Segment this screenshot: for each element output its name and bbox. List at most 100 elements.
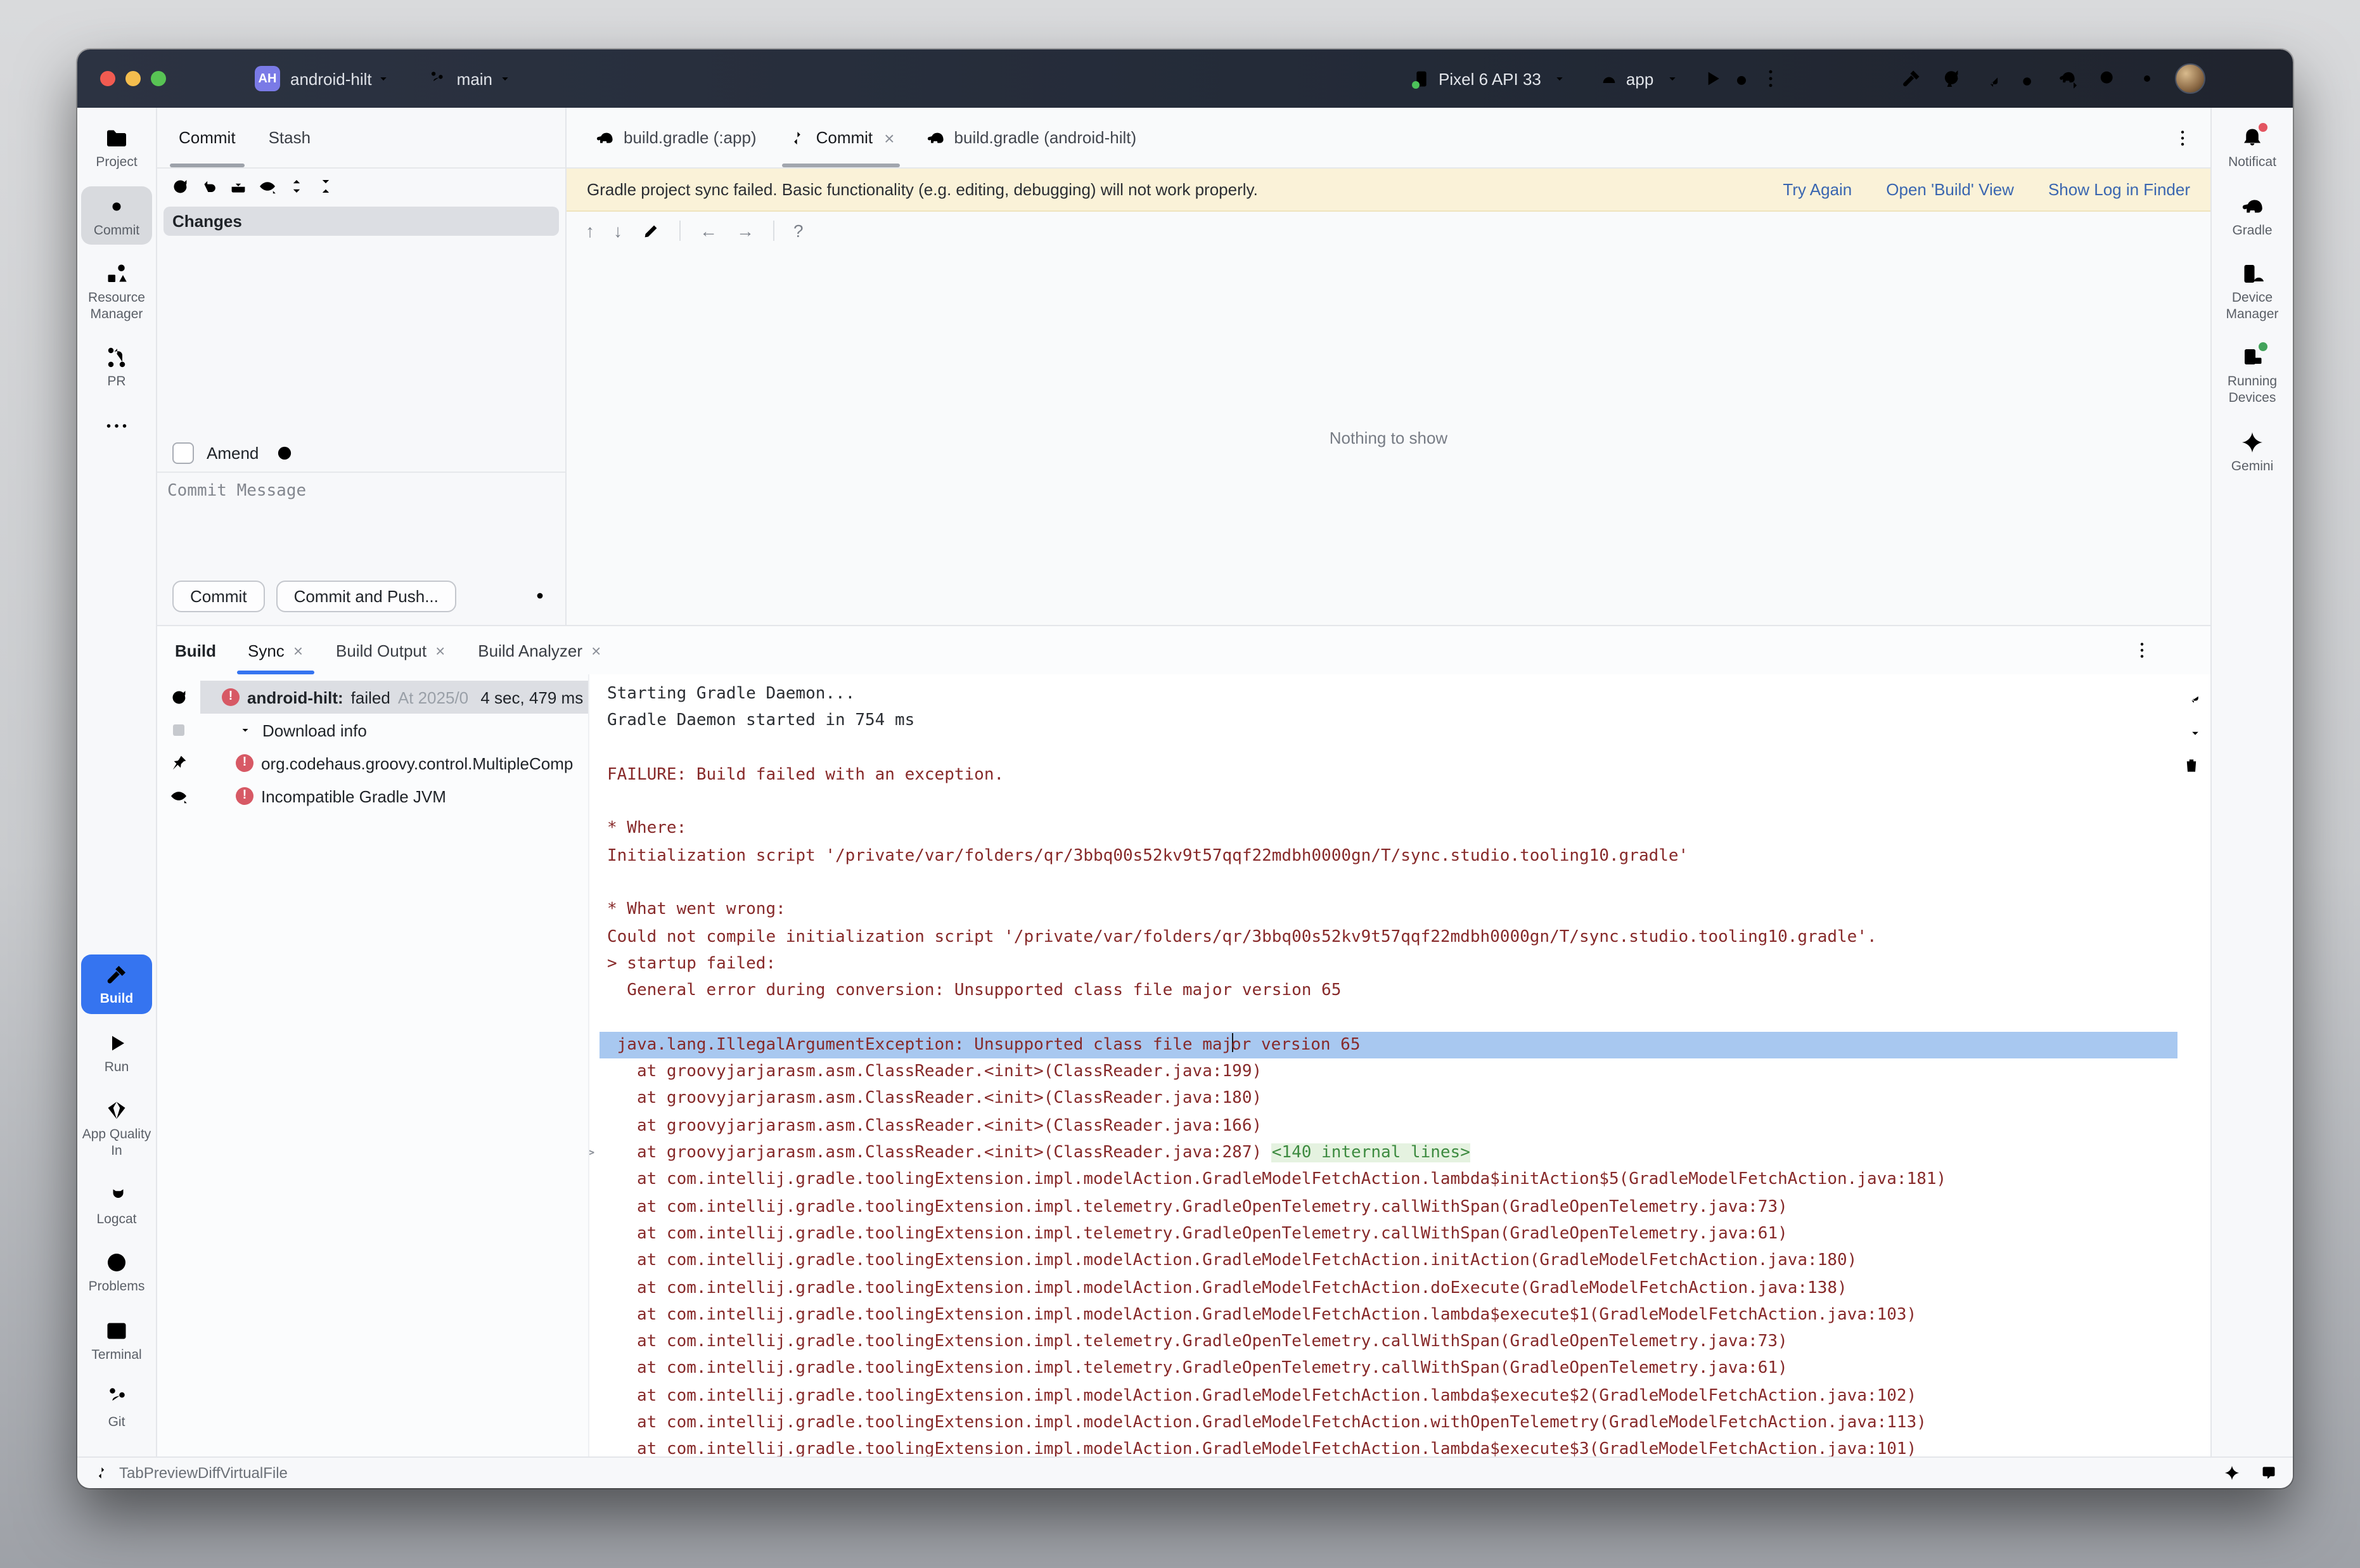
gear-icon[interactable] <box>530 586 550 606</box>
close-tab-icon[interactable]: × <box>293 641 303 660</box>
console-text: at groovyjarjarasm.asm.ClassReader.<init… <box>607 1117 1262 1136</box>
zoom-window-button[interactable] <box>151 71 166 86</box>
collapse-all-icon[interactable] <box>316 176 336 196</box>
arrow-left-icon[interactable]: ← <box>700 221 717 241</box>
clear-all-icon[interactable] <box>2181 755 2202 776</box>
sidebar-item-gradle[interactable]: Gradle <box>2217 186 2288 245</box>
sync-console[interactable]: Starting Gradle Daemon...Gradle Daemon s… <box>588 674 2210 1456</box>
diff-toolbar: ↑ ↓ ← →? <box>567 212 2210 250</box>
editor-tab-bar: build.gradle (:app) Commit×build.gradle (… <box>567 108 2210 169</box>
pencil-icon[interactable] <box>641 221 660 240</box>
console-line: FAILURE: Build failed with an exception. <box>600 762 2210 789</box>
close-window-button[interactable] <box>100 71 115 86</box>
build-options-kebab-icon[interactable] <box>2132 640 2152 660</box>
sidebar-item-device-manager[interactable]: Device Manager <box>2217 254 2288 328</box>
sidebar-item-terminal[interactable]: Terminal <box>81 1311 152 1370</box>
build-tab-build-output[interactable]: Build Output× <box>319 626 461 674</box>
amend-checkbox[interactable] <box>172 442 194 463</box>
folded-lines-badge[interactable]: <140 internal lines> <box>1272 1143 1470 1162</box>
build-tab-sync[interactable]: Sync× <box>231 626 319 674</box>
sidebar-item-notificat[interactable]: Notificat <box>2217 118 2288 177</box>
tree-row-label: Incompatible Gradle JVM <box>261 787 446 806</box>
sidebar-item-logcat[interactable]: Logcat <box>81 1174 152 1233</box>
close-tab-icon[interactable]: × <box>591 641 601 660</box>
expand-all-icon[interactable] <box>286 176 307 196</box>
arrow-right-icon[interactable]: → <box>736 221 754 241</box>
preview-diff-icon[interactable] <box>257 176 278 196</box>
sidebar-item-resource-manager[interactable]: Resource Manager <box>81 254 152 328</box>
sidebar-item-running-devices[interactable]: Running Devices <box>2217 338 2288 413</box>
device-selector[interactable]: Pixel 6 API 33 <box>1439 69 1541 88</box>
sidebar-item-build[interactable]: Build <box>81 955 152 1014</box>
build-variants-icon[interactable] <box>1978 67 2001 90</box>
tab-options-kebab-icon[interactable] <box>2172 127 2193 148</box>
attach-debugger-icon[interactable] <box>2018 67 2041 90</box>
search-icon[interactable] <box>2096 67 2119 90</box>
sidebar-item-git[interactable]: Git <box>81 1378 152 1437</box>
avatar[interactable] <box>2175 63 2205 94</box>
editor-tab-commit[interactable]: Commit× <box>772 108 910 167</box>
build-tab-label: Build Analyzer <box>478 641 582 660</box>
close-tab-icon[interactable]: × <box>435 641 445 660</box>
stash-pop-icon[interactable] <box>228 176 248 196</box>
pin-icon[interactable] <box>169 753 189 773</box>
banner-action-try-again[interactable]: Try Again <box>1783 180 1852 199</box>
sidebar-item-app-quality-in[interactable]: App Quality In <box>81 1091 152 1166</box>
event-log-icon[interactable] <box>2260 1464 2278 1482</box>
project-badge: AH <box>255 66 280 91</box>
branch-selector[interactable]: main <box>428 69 510 88</box>
commit-message-input[interactable]: Commit Message <box>157 472 565 567</box>
gemini-icon[interactable] <box>2223 1464 2241 1482</box>
sidebar-item-pr[interactable]: PR <box>81 338 152 397</box>
more-actions-kebab-icon[interactable] <box>1759 67 1781 90</box>
build-hammer-icon[interactable] <box>1900 67 1923 90</box>
soft-wrap-icon[interactable] <box>2181 687 2202 707</box>
tree-row[interactable]: Download info <box>200 714 588 747</box>
banner-action-show-log-in-finder[interactable]: Show Log in Finder <box>2048 180 2190 199</box>
banner-message: Gradle project sync failed. Basic functi… <box>587 180 1258 199</box>
refresh-icon[interactable] <box>169 687 189 707</box>
commit-and-push-button[interactable]: Commit and Push... <box>276 580 456 612</box>
commit-panel-tab-stash[interactable]: Stash <box>252 108 328 167</box>
editor-tab-label: build.gradle (:app) <box>624 128 757 147</box>
sidebar-item-problems[interactable]: Problems <box>81 1242 152 1301</box>
tree-row[interactable]: !org.codehaus.groovy.control.MultipleCom… <box>200 747 588 780</box>
editor-tab-build-gradle-android-hilt-[interactable]: build.gradle (android-hilt) <box>910 108 1152 167</box>
banner-action-open-build-view[interactable]: Open 'Build' View <box>1886 180 2014 199</box>
sidebar-item-run[interactable]: Run <box>81 1023 152 1082</box>
sidebar-item-gemini[interactable]: Gemini <box>2217 421 2288 480</box>
stop-icon[interactable] <box>169 720 189 740</box>
gradle-sync-icon[interactable] <box>2057 67 2080 90</box>
rollback-icon[interactable] <box>199 176 219 196</box>
changes-group-row[interactable]: Changes <box>164 207 559 236</box>
help-icon[interactable]: ? <box>793 221 804 241</box>
arrow-up-icon[interactable]: ↑ <box>586 221 594 241</box>
tree-row[interactable]: !Incompatible Gradle JVM <box>200 780 588 813</box>
scroll-to-end-icon[interactable] <box>2181 721 2202 742</box>
commit-history-clock-icon[interactable] <box>275 443 294 462</box>
preview-diff-icon[interactable] <box>169 786 189 806</box>
commit-button[interactable]: Commit <box>172 580 265 612</box>
hide-tool-window-icon[interactable] <box>2172 640 2193 660</box>
sidebar-item-project[interactable]: Project <box>81 118 152 177</box>
settings-icon[interactable] <box>2136 67 2158 90</box>
run-config-selector[interactable]: app <box>1626 69 1653 88</box>
build-tab-build-analyzer[interactable]: Build Analyzer × <box>461 626 617 674</box>
editor-tab-build-gradle-app-[interactable]: build.gradle (:app) <box>579 108 772 167</box>
commit-panel-tab-commit[interactable]: Commit <box>162 108 252 167</box>
tree-row[interactable]: !android-hilt: failed At 2025/0 4 sec, 4… <box>200 681 588 714</box>
run-button[interactable] <box>1700 67 1723 90</box>
sidebar-item-more[interactable] <box>81 406 152 445</box>
sync-project-icon[interactable] <box>1939 67 1962 90</box>
sidebar-item-commit[interactable]: Commit <box>81 186 152 245</box>
project-selector[interactable]: android-hilt <box>290 69 372 88</box>
close-tab-icon[interactable]: × <box>884 127 894 148</box>
refresh-icon[interactable] <box>170 176 190 196</box>
debug-button[interactable] <box>1729 67 1752 90</box>
error-icon: ! <box>236 754 253 772</box>
console-line: * What went wrong: <box>600 897 2210 924</box>
pull-request-icon <box>104 345 129 371</box>
fold-expander-icon[interactable]: > <box>588 1140 594 1167</box>
arrow-down-icon[interactable]: ↓ <box>613 221 622 241</box>
minimize-window-button[interactable] <box>125 71 141 86</box>
